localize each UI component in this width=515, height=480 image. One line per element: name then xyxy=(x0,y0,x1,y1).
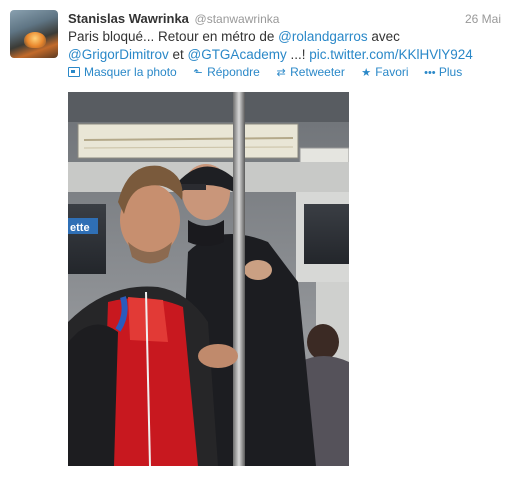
tweet-text-part: et xyxy=(168,47,188,62)
tweet-text-part: Paris bloqué... Retour en métro de xyxy=(68,29,279,44)
favorite-label: Favori xyxy=(375,65,409,79)
more-label: Plus xyxy=(438,65,463,79)
reply-arrow-icon: ⬑ xyxy=(193,67,203,79)
star-icon: ★ xyxy=(361,67,372,79)
fullname[interactable]: Stanislas Wawrinka xyxy=(68,11,189,26)
tweet-text-part: ...! xyxy=(286,47,310,62)
tweet-text: Paris bloqué... Retour en métro de @rola… xyxy=(68,28,498,64)
hide-photo-button[interactable]: Masquer la photo xyxy=(68,64,177,80)
retweet-button[interactable]: ⇄ Retweeter xyxy=(275,64,345,81)
photo-sign-text: ette xyxy=(70,222,90,234)
more-dots-icon: ••• xyxy=(424,67,436,79)
user-avatar[interactable] xyxy=(10,10,58,58)
avatar-image xyxy=(24,32,46,48)
tweet-photo[interactable]: ette xyxy=(68,92,349,466)
reply-button[interactable]: ⬑ Répondre xyxy=(192,64,260,81)
photo-link[interactable]: pic.twitter.com/KKlHVlY924 xyxy=(309,47,473,62)
tweet-actions: Masquer la photo ⬑ Répondre ⇄ Retweeter ★ F… xyxy=(68,64,474,80)
username[interactable]: @stanwawrinka xyxy=(195,12,280,26)
retweet-icon: ⇄ xyxy=(276,67,286,79)
photo-icon xyxy=(68,67,80,77)
tweet-header: Stanislas Wawrinka @stanwawrinka 26 Mai xyxy=(68,10,505,28)
reply-label: Répondre xyxy=(207,65,260,79)
retweet-label: Retweeter xyxy=(290,65,345,79)
tweet: Stanislas Wawrinka @stanwawrinka 26 Mai … xyxy=(0,0,515,480)
photo-image: ette xyxy=(68,92,349,466)
mention-gtgacademy[interactable]: @GTGAcademy xyxy=(187,47,286,62)
mention-grigordimitrov[interactable]: @GrigorDimitrov xyxy=(68,47,169,62)
favorite-button[interactable]: ★ Favori xyxy=(360,64,408,81)
mention-rolandgarros[interactable]: @rolandgarros xyxy=(278,29,368,44)
hide-photo-label: Masquer la photo xyxy=(84,65,177,79)
timestamp[interactable]: 26 Mai xyxy=(465,10,501,28)
tweet-text-part: avec xyxy=(367,29,400,44)
more-button[interactable]: ••• Plus xyxy=(424,64,462,81)
